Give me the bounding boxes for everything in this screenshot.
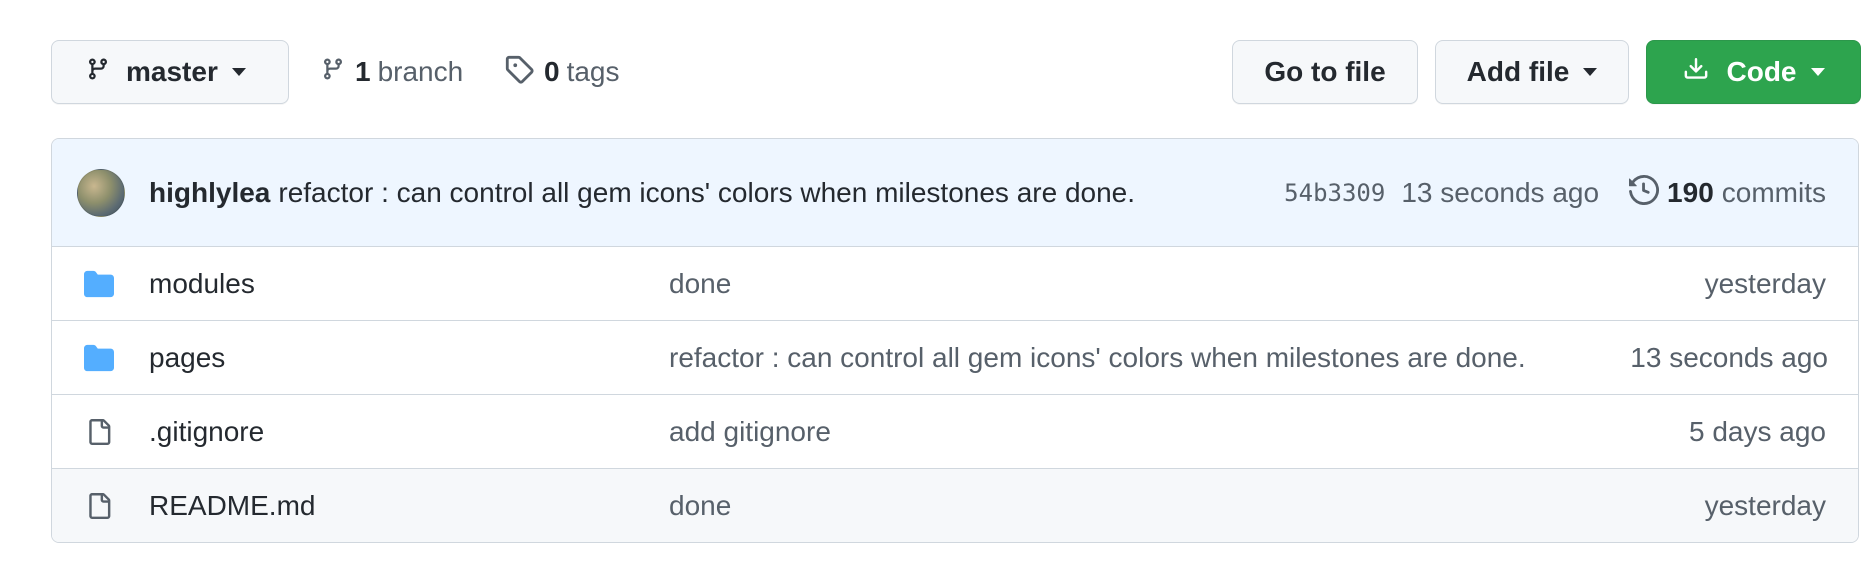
file-commit-message-link[interactable]: refactor : can control all gem icons' co… — [669, 342, 1526, 374]
file-commit-message-link[interactable]: done — [669, 268, 731, 300]
commits-history-link[interactable]: 190 commits — [1629, 174, 1826, 212]
file-name-link[interactable]: modules — [149, 268, 255, 300]
commit-sha-link[interactable]: 54b3309 — [1284, 179, 1385, 207]
tags-count: 0 — [544, 56, 560, 87]
go-to-file-label: Go to file — [1264, 56, 1386, 87]
add-file-label: Add file — [1466, 56, 1570, 87]
folder-icon — [82, 268, 116, 300]
go-to-file-button[interactable]: Go to file — [1232, 40, 1418, 104]
branch-name: master — [126, 56, 218, 87]
file-commit-time: yesterday — [1704, 267, 1826, 299]
history-icon — [1629, 174, 1660, 212]
git-branch-icon — [86, 55, 110, 90]
folder-icon — [82, 342, 116, 374]
chevron-down-icon — [231, 68, 246, 76]
tags-link[interactable]: 0 tags — [504, 40, 620, 104]
file-name-link[interactable]: pages — [149, 342, 225, 374]
branch-select-button[interactable]: master — [51, 40, 289, 104]
git-branch-icon — [321, 55, 345, 90]
file-row[interactable]: README.md done yesterday — [52, 469, 1858, 542]
commits-count: 190 — [1667, 177, 1714, 208]
repo-toolbar: master 1 branch 0 tags Go to file Add fi… — [51, 40, 1861, 104]
file-name-link[interactable]: README.md — [149, 490, 315, 522]
add-file-button[interactable]: Add file — [1435, 40, 1629, 104]
file-commit-time: 13 seconds ago — [1630, 341, 1828, 373]
branches-label: branch — [377, 56, 464, 87]
branches-count: 1 — [355, 56, 371, 87]
download-icon — [1683, 55, 1709, 90]
chevron-down-icon — [1583, 68, 1598, 76]
file-row[interactable]: .gitignore add gitignore 5 days ago — [52, 395, 1858, 469]
file-row[interactable]: modules done yesterday — [52, 247, 1858, 321]
file-icon — [82, 490, 116, 522]
commit-time: 13 seconds ago — [1401, 177, 1600, 208]
chevron-down-icon — [1810, 68, 1825, 76]
file-commit-time: yesterday — [1704, 490, 1826, 521]
file-commit-message-link[interactable]: add gitignore — [669, 416, 831, 448]
code-label: Code — [1726, 56, 1797, 87]
file-name-link[interactable]: .gitignore — [149, 416, 264, 448]
latest-commit-meta: 54b3309 13 seconds ago 190 commits — [1284, 139, 1826, 247]
branches-link[interactable]: 1 branch — [321, 40, 463, 104]
latest-commit-summary: highlylea refactor : can control all gem… — [149, 139, 1135, 247]
avatar[interactable] — [77, 169, 125, 217]
file-commit-message-link[interactable]: done — [669, 490, 731, 522]
code-button[interactable]: Code — [1646, 40, 1861, 104]
commit-message-link[interactable]: refactor : can control all gem icons' co… — [278, 177, 1135, 209]
file-row[interactable]: pages refactor : can control all gem ico… — [52, 321, 1858, 395]
file-icon — [82, 416, 116, 448]
latest-commit-bar: highlylea refactor : can control all gem… — [52, 139, 1858, 247]
tags-label: tags — [566, 56, 620, 87]
file-commit-time: 5 days ago — [1689, 415, 1826, 447]
commit-author-link[interactable]: highlylea — [149, 177, 270, 209]
file-browser: highlylea refactor : can control all gem… — [51, 138, 1859, 543]
commits-label: commits — [1721, 177, 1826, 208]
tag-icon — [504, 54, 534, 91]
